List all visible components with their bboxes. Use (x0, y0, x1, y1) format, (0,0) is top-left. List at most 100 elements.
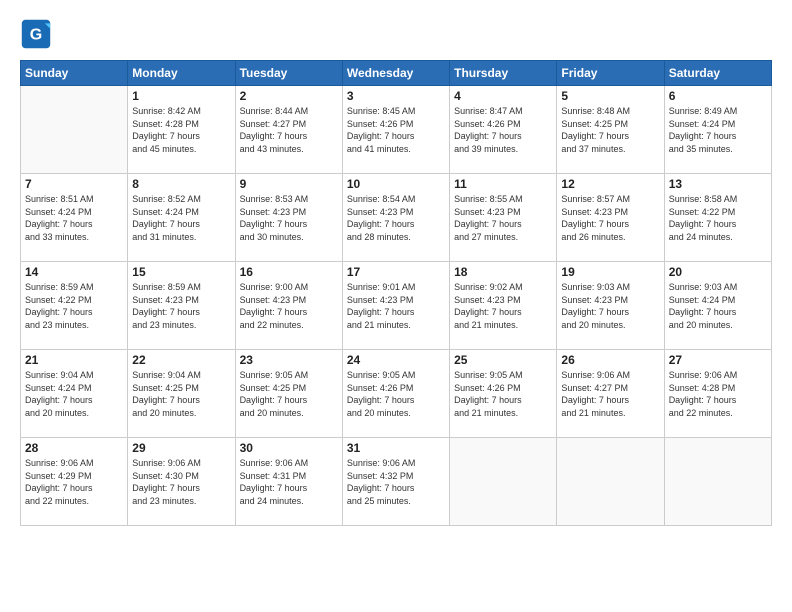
day-info: Sunrise: 8:42 AMSunset: 4:28 PMDaylight:… (132, 105, 230, 155)
calendar-cell: 31 Sunrise: 9:06 AMSunset: 4:32 PMDayligh… (342, 438, 449, 526)
day-info: Sunrise: 8:44 AMSunset: 4:27 PMDaylight:… (240, 105, 338, 155)
calendar-cell (664, 438, 771, 526)
weekday-header-row: SundayMondayTuesdayWednesdayThursdayFrid… (21, 61, 772, 86)
day-info: Sunrise: 9:01 AMSunset: 4:23 PMDaylight:… (347, 281, 445, 331)
calendar-cell: 18 Sunrise: 9:02 AMSunset: 4:23 PMDayligh… (450, 262, 557, 350)
calendar-cell: 26 Sunrise: 9:06 AMSunset: 4:27 PMDayligh… (557, 350, 664, 438)
day-info: Sunrise: 9:05 AMSunset: 4:26 PMDaylight:… (454, 369, 552, 419)
calendar-cell: 28Sunrise: 9:06 AMSunset: 4:29 PMDayligh… (21, 438, 128, 526)
calendar-cell: 19 Sunrise: 9:03 AMSunset: 4:23 PMDayligh… (557, 262, 664, 350)
weekday-header-friday: Friday (557, 61, 664, 86)
day-number: 12 (561, 177, 659, 191)
logo-icon: G (20, 18, 52, 50)
day-number: 15 (132, 265, 230, 279)
calendar-cell: 27 Sunrise: 9:06 AMSunset: 4:28 PMDayligh… (664, 350, 771, 438)
day-info: Sunrise: 8:54 AMSunset: 4:23 PMDaylight:… (347, 193, 445, 243)
calendar-cell: 2 Sunrise: 8:44 AMSunset: 4:27 PMDaylight… (235, 86, 342, 174)
day-number: 2 (240, 89, 338, 103)
day-info: Sunrise: 9:00 AMSunset: 4:23 PMDaylight:… (240, 281, 338, 331)
day-info: Sunrise: 9:05 AMSunset: 4:25 PMDaylight:… (240, 369, 338, 419)
day-number: 31 (347, 441, 445, 455)
calendar-cell: 24 Sunrise: 9:05 AMSunset: 4:26 PMDayligh… (342, 350, 449, 438)
day-number: 6 (669, 89, 767, 103)
week-row-1: 1 Sunrise: 8:42 AMSunset: 4:28 PMDaylight… (21, 86, 772, 174)
calendar-cell: 12 Sunrise: 8:57 AMSunset: 4:23 PMDayligh… (557, 174, 664, 262)
calendar-cell: 25 Sunrise: 9:05 AMSunset: 4:26 PMDayligh… (450, 350, 557, 438)
day-number: 22 (132, 353, 230, 367)
calendar-cell: 1 Sunrise: 8:42 AMSunset: 4:28 PMDaylight… (128, 86, 235, 174)
day-number: 21 (25, 353, 123, 367)
calendar-cell: 14Sunrise: 8:59 AMSunset: 4:22 PMDayligh… (21, 262, 128, 350)
day-number: 17 (347, 265, 445, 279)
calendar-cell: 4Sunrise: 8:47 AMSunset: 4:26 PMDaylight… (450, 86, 557, 174)
day-info: Sunrise: 9:06 AMSunset: 4:28 PMDaylight:… (669, 369, 767, 419)
calendar-cell: 5Sunrise: 8:48 AMSunset: 4:25 PMDaylight… (557, 86, 664, 174)
day-info: Sunrise: 8:48 AMSunset: 4:25 PMDaylight:… (561, 105, 659, 155)
logo: G (20, 18, 56, 50)
day-info: Sunrise: 9:04 AMSunset: 4:25 PMDaylight:… (132, 369, 230, 419)
day-number: 19 (561, 265, 659, 279)
day-number: 18 (454, 265, 552, 279)
day-info: Sunrise: 8:58 AMSunset: 4:22 PMDaylight:… (669, 193, 767, 243)
page: G SundayMondayTuesdayWednesdayThursdayFr… (0, 0, 792, 612)
day-number: 16 (240, 265, 338, 279)
day-number: 26 (561, 353, 659, 367)
calendar-cell: 20 Sunrise: 9:03 AMSunset: 4:24 PMDayligh… (664, 262, 771, 350)
day-info: Sunrise: 8:45 AMSunset: 4:26 PMDaylight:… (347, 105, 445, 155)
day-number: 27 (669, 353, 767, 367)
calendar-cell (557, 438, 664, 526)
day-number: 24 (347, 353, 445, 367)
calendar-cell: 7 Sunrise: 8:51 AMSunset: 4:24 PMDaylight… (21, 174, 128, 262)
day-info: Sunrise: 8:59 AMSunset: 4:23 PMDaylight:… (132, 281, 230, 331)
day-info: Sunrise: 8:53 AMSunset: 4:23 PMDaylight:… (240, 193, 338, 243)
week-row-2: 7 Sunrise: 8:51 AMSunset: 4:24 PMDaylight… (21, 174, 772, 262)
day-info: Sunrise: 9:04 AMSunset: 4:24 PMDaylight:… (25, 369, 123, 419)
week-row-5: 28Sunrise: 9:06 AMSunset: 4:29 PMDayligh… (21, 438, 772, 526)
calendar-cell: 9 Sunrise: 8:53 AMSunset: 4:23 PMDaylight… (235, 174, 342, 262)
day-info: Sunrise: 9:03 AMSunset: 4:24 PMDaylight:… (669, 281, 767, 331)
weekday-header-monday: Monday (128, 61, 235, 86)
day-number: 8 (132, 177, 230, 191)
header: G (20, 18, 772, 50)
day-info: Sunrise: 8:51 AMSunset: 4:24 PMDaylight:… (25, 193, 123, 243)
calendar-cell (450, 438, 557, 526)
day-number: 20 (669, 265, 767, 279)
day-number: 4 (454, 89, 552, 103)
day-info: Sunrise: 9:02 AMSunset: 4:23 PMDaylight:… (454, 281, 552, 331)
calendar-table: SundayMondayTuesdayWednesdayThursdayFrid… (20, 60, 772, 526)
day-info: Sunrise: 8:57 AMSunset: 4:23 PMDaylight:… (561, 193, 659, 243)
day-number: 30 (240, 441, 338, 455)
calendar-cell: 23 Sunrise: 9:05 AMSunset: 4:25 PMDayligh… (235, 350, 342, 438)
weekday-header-thursday: Thursday (450, 61, 557, 86)
calendar-cell: 15 Sunrise: 8:59 AMSunset: 4:23 PMDayligh… (128, 262, 235, 350)
day-number: 7 (25, 177, 123, 191)
day-number: 9 (240, 177, 338, 191)
calendar-cell: 13Sunrise: 8:58 AMSunset: 4:22 PMDayligh… (664, 174, 771, 262)
week-row-3: 14Sunrise: 8:59 AMSunset: 4:22 PMDayligh… (21, 262, 772, 350)
day-info: Sunrise: 9:06 AMSunset: 4:30 PMDaylight:… (132, 457, 230, 507)
svg-text:G: G (30, 26, 42, 43)
calendar-cell: 30Sunrise: 9:06 AMSunset: 4:31 PMDayligh… (235, 438, 342, 526)
day-number: 10 (347, 177, 445, 191)
day-number: 1 (132, 89, 230, 103)
calendar-cell: 10 Sunrise: 8:54 AMSunset: 4:23 PMDayligh… (342, 174, 449, 262)
calendar-cell: 29 Sunrise: 9:06 AMSunset: 4:30 PMDayligh… (128, 438, 235, 526)
calendar-cell: 16 Sunrise: 9:00 AMSunset: 4:23 PMDayligh… (235, 262, 342, 350)
day-info: Sunrise: 9:05 AMSunset: 4:26 PMDaylight:… (347, 369, 445, 419)
day-number: 29 (132, 441, 230, 455)
day-info: Sunrise: 9:06 AMSunset: 4:32 PMDaylight:… (347, 457, 445, 507)
day-info: Sunrise: 9:03 AMSunset: 4:23 PMDaylight:… (561, 281, 659, 331)
day-number: 23 (240, 353, 338, 367)
day-info: Sunrise: 9:06 AMSunset: 4:27 PMDaylight:… (561, 369, 659, 419)
day-info: Sunrise: 9:06 AMSunset: 4:29 PMDaylight:… (25, 457, 123, 507)
weekday-header-saturday: Saturday (664, 61, 771, 86)
day-number: 14 (25, 265, 123, 279)
calendar-cell: 11Sunrise: 8:55 AMSunset: 4:23 PMDayligh… (450, 174, 557, 262)
day-info: Sunrise: 8:52 AMSunset: 4:24 PMDaylight:… (132, 193, 230, 243)
calendar-cell: 22 Sunrise: 9:04 AMSunset: 4:25 PMDayligh… (128, 350, 235, 438)
day-number: 3 (347, 89, 445, 103)
calendar-cell: 3 Sunrise: 8:45 AMSunset: 4:26 PMDaylight… (342, 86, 449, 174)
calendar-cell: 21 Sunrise: 9:04 AMSunset: 4:24 PMDayligh… (21, 350, 128, 438)
calendar-cell: 6Sunrise: 8:49 AMSunset: 4:24 PMDaylight… (664, 86, 771, 174)
day-number: 25 (454, 353, 552, 367)
